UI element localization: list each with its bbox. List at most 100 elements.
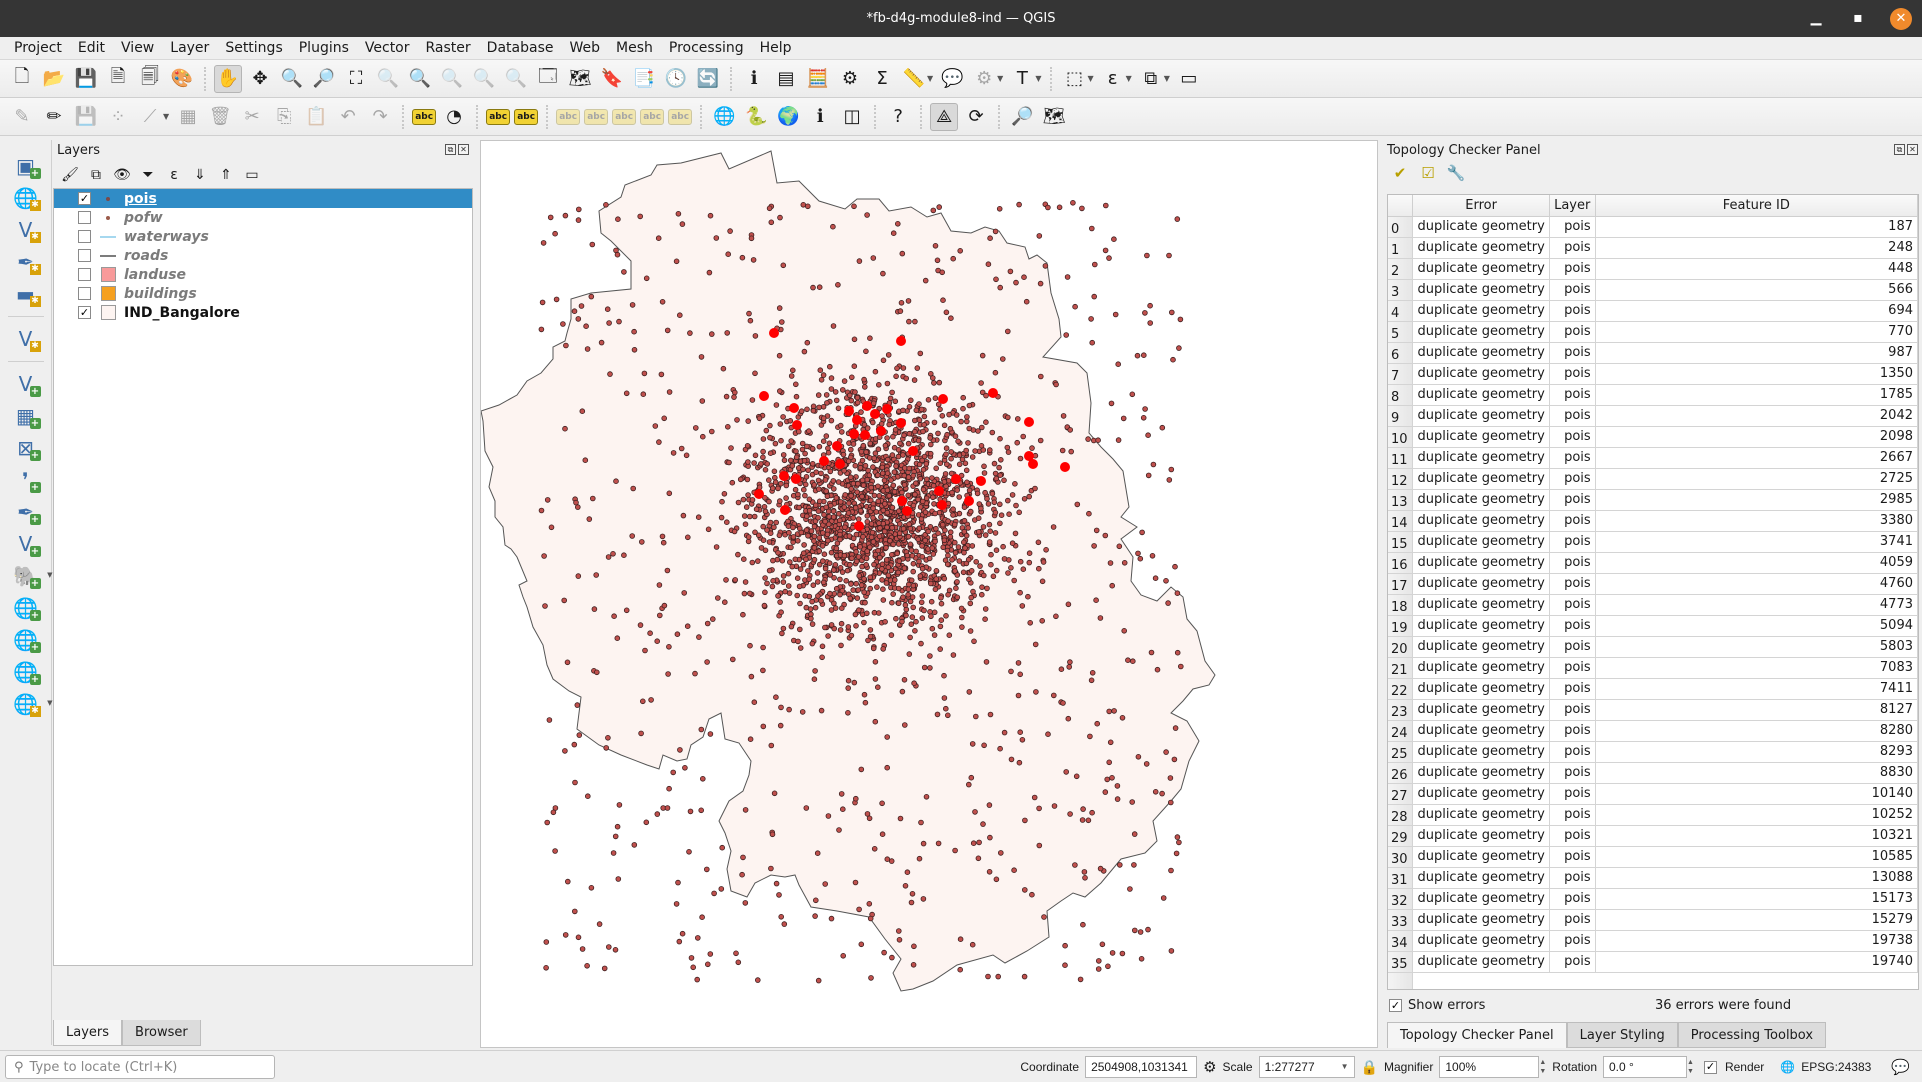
row-header[interactable]: 23 xyxy=(1388,699,1414,721)
error-cell[interactable]: duplicate geometry xyxy=(1412,447,1550,469)
paste-features-icon[interactable]: 📋 xyxy=(302,103,330,131)
feature-id-cell[interactable]: 248 xyxy=(1595,237,1918,259)
row-header[interactable]: 32 xyxy=(1388,888,1414,910)
layer-diagram-icon[interactable]: ◔ xyxy=(440,103,468,131)
error-cell[interactable]: duplicate geometry xyxy=(1412,531,1550,553)
error-cell[interactable]: duplicate geometry xyxy=(1412,888,1550,910)
menu-edit[interactable]: Edit xyxy=(70,40,113,56)
current-edits-icon[interactable]: ✎ xyxy=(8,103,36,131)
error-point[interactable] xyxy=(896,336,906,346)
globe-icon[interactable]: 🌍 xyxy=(774,103,802,131)
crs-globe-icon[interactable]: 🌐 xyxy=(1780,1060,1795,1074)
error-point[interactable] xyxy=(937,500,947,510)
menu-plugins[interactable]: Plugins xyxy=(291,40,357,56)
error-cell[interactable]: duplicate geometry xyxy=(1412,615,1550,637)
error-cell[interactable]: duplicate geometry xyxy=(1412,363,1550,385)
zoom-last-icon[interactable]: 🔍 xyxy=(470,65,498,93)
feature-id-cell[interactable]: 1350 xyxy=(1595,363,1918,385)
layer-cell[interactable]: pois xyxy=(1549,342,1596,364)
feature-id-cell[interactable]: 8127 xyxy=(1595,699,1918,721)
topology-checker-icon[interactable]: ⟁ xyxy=(930,102,959,131)
coordinate-field[interactable]: 2504908,1031341 xyxy=(1085,1056,1198,1078)
row-header[interactable]: 10 xyxy=(1388,426,1414,448)
error-cell[interactable]: duplicate geometry xyxy=(1412,237,1550,259)
pin-labels-icon[interactable]: abc xyxy=(486,108,511,125)
feature-id-cell[interactable]: 15279 xyxy=(1595,909,1918,931)
error-point[interactable] xyxy=(964,496,974,506)
error-point[interactable] xyxy=(835,459,845,469)
layer-item-roads[interactable]: roads xyxy=(54,246,472,265)
row-header[interactable]: 16 xyxy=(1388,552,1414,574)
layer-cell[interactable]: pois xyxy=(1549,951,1596,973)
new-map-view-icon[interactable]: 🗔 xyxy=(534,65,562,93)
new-layer-icon[interactable]: 🌐 ✱ ▼ xyxy=(9,689,53,719)
select-by-location-icon[interactable]: ▭ xyxy=(1175,65,1203,93)
layer-visibility-checkbox[interactable] xyxy=(78,287,91,300)
layer-cell[interactable]: pois xyxy=(1549,426,1596,448)
layer-cell[interactable]: pois xyxy=(1549,762,1596,784)
error-cell[interactable]: duplicate geometry xyxy=(1412,426,1550,448)
layer-cell[interactable]: pois xyxy=(1549,384,1596,406)
layer-cell[interactable]: pois xyxy=(1549,741,1596,763)
layer-visibility-checkbox[interactable] xyxy=(78,268,91,281)
error-point[interactable] xyxy=(854,521,864,531)
redo-icon[interactable]: ↷ xyxy=(366,103,394,131)
error-point[interactable] xyxy=(852,415,862,425)
tab-layer-styling[interactable]: Layer Styling xyxy=(1566,1022,1678,1048)
save-project-icon[interactable]: 💾 xyxy=(72,65,100,93)
deselect-features-icon[interactable]: ⧉ xyxy=(1137,65,1165,93)
layer-cell[interactable]: pois xyxy=(1549,678,1596,700)
row-header[interactable]: 8 xyxy=(1388,384,1414,406)
table-row[interactable]: 18 duplicate geometry pois 4773 xyxy=(1388,594,1918,616)
table-row[interactable]: 32 duplicate geometry pois 15173 xyxy=(1388,888,1918,910)
table-row[interactable]: 13 duplicate geometry pois 2985 xyxy=(1388,489,1918,511)
zoom-to-layer-icon[interactable]: 🔍 xyxy=(406,65,434,93)
row-header[interactable]: 3 xyxy=(1388,279,1414,301)
row-header[interactable]: 15 xyxy=(1388,531,1414,553)
row-header[interactable]: 9 xyxy=(1388,405,1414,427)
rotate-label-icon[interactable]: abc xyxy=(584,108,609,125)
menu-layer[interactable]: Layer xyxy=(162,40,217,56)
table-row[interactable]: 29 duplicate geometry pois 10321 xyxy=(1388,825,1918,847)
table-row[interactable]: 8 duplicate geometry pois 1785 xyxy=(1388,384,1918,406)
show-errors-checkbox[interactable]: ✓ xyxy=(1389,999,1402,1012)
feature-id-cell[interactable]: 4760 xyxy=(1595,573,1918,595)
error-point[interactable] xyxy=(862,401,872,411)
data-source-manager-icon[interactable]: ▣ + xyxy=(9,151,43,181)
rotation-field[interactable]: 0.0 ° xyxy=(1603,1056,1687,1078)
row-header[interactable]: 34 xyxy=(1388,930,1414,952)
manage-visibility-icon[interactable]: 👁 xyxy=(111,165,133,185)
feature-id-cell[interactable]: 8280 xyxy=(1595,720,1918,742)
feature-id-cell[interactable]: 15173 xyxy=(1595,888,1918,910)
layer-cell[interactable]: pois xyxy=(1549,510,1596,532)
layer-cell[interactable]: pois xyxy=(1549,615,1596,637)
close-button[interactable]: ✕ xyxy=(1890,7,1912,30)
tab-layers[interactable]: Layers xyxy=(53,1020,123,1046)
row-header[interactable]: 31 xyxy=(1388,867,1414,889)
new-virtual-layer-icon[interactable]: ▬ ✱ xyxy=(9,279,43,309)
error-cell[interactable]: duplicate geometry xyxy=(1412,573,1550,595)
delete-selected-icon[interactable]: 🗑 xyxy=(206,103,234,131)
refresh-icon[interactable]: 🔄 xyxy=(694,65,722,93)
error-point[interactable] xyxy=(754,489,764,499)
table-row[interactable]: 11 duplicate geometry pois 2667 xyxy=(1388,447,1918,469)
row-header[interactable]: 30 xyxy=(1388,846,1414,868)
layer-cell[interactable]: pois xyxy=(1549,804,1596,826)
add-group-icon[interactable]: ⧉ xyxy=(85,165,107,185)
split-view-icon[interactable]: ◫ xyxy=(838,103,866,131)
row-header[interactable]: 17 xyxy=(1388,573,1414,595)
layer-cell[interactable]: pois xyxy=(1549,300,1596,322)
feature-id-cell[interactable]: 7411 xyxy=(1595,678,1918,700)
table-row[interactable]: 27 duplicate geometry pois 10140 xyxy=(1388,783,1918,805)
table-row[interactable]: 22 duplicate geometry pois 7411 xyxy=(1388,678,1918,700)
float-panel-icon[interactable]: ⧉ xyxy=(1894,144,1905,155)
remove-layer-icon[interactable]: ▭ xyxy=(241,165,263,185)
layer-cell[interactable]: pois xyxy=(1549,552,1596,574)
table-row[interactable]: 26 duplicate geometry pois 8830 xyxy=(1388,762,1918,784)
layer-cell[interactable]: pois xyxy=(1549,783,1596,805)
layer-cell[interactable]: pois xyxy=(1549,720,1596,742)
row-header[interactable]: 27 xyxy=(1388,783,1414,805)
error-cell[interactable]: duplicate geometry xyxy=(1412,510,1550,532)
python-console-icon[interactable]: 🐍 xyxy=(742,103,770,131)
save-layer-edits-icon[interactable]: 💾 xyxy=(72,103,100,131)
